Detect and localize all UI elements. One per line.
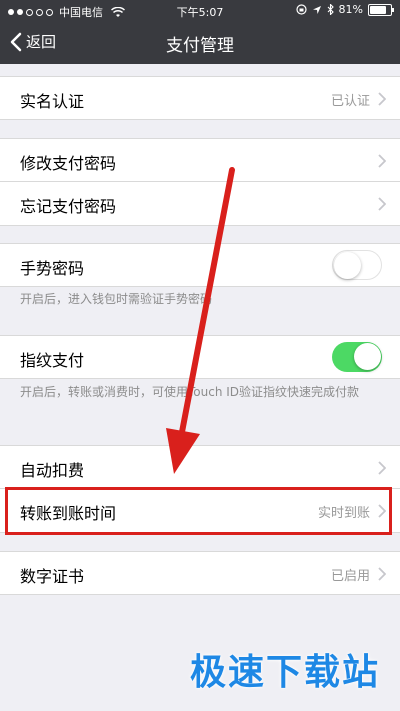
status-bar: 中国电信 下午5:07 81% xyxy=(0,0,400,22)
transfer-time-row[interactable]: 转账到账时间 实时到账 xyxy=(0,489,400,533)
real-name-status: 已认证 xyxy=(330,94,370,109)
chevron-right-icon xyxy=(378,154,386,168)
transfer-time-value: 实时到账 xyxy=(317,506,370,521)
digital-cert-label: 数字证书 xyxy=(20,567,85,586)
fingerprint-pay-hint: 开启后，转账或消费时，可使用Touch ID验证指纹快速完成付款 xyxy=(20,385,360,399)
orientation-lock-icon xyxy=(295,4,307,15)
transfer-time-label: 转账到账时间 xyxy=(20,504,117,523)
watermark-logo: 极速下载站 xyxy=(189,652,380,693)
page-title: 支付管理 xyxy=(166,36,234,56)
location-icon xyxy=(312,5,321,14)
change-password-label: 修改支付密码 xyxy=(20,154,117,173)
forgot-password-row[interactable]: 忘记支付密码 xyxy=(0,182,400,226)
toggle-knob xyxy=(334,251,361,279)
forgot-password-label: 忘记支付密码 xyxy=(20,197,117,216)
gesture-password-toggle[interactable] xyxy=(332,250,382,280)
digital-cert-status: 已启用 xyxy=(330,569,370,584)
gesture-password-hint: 开启后，进入钱包时需验证手势密码 xyxy=(20,292,213,306)
fingerprint-pay-label: 指纹支付 xyxy=(20,351,85,370)
real-name-row[interactable]: 实名认证 已认证 xyxy=(0,76,400,120)
chevron-right-icon xyxy=(378,461,386,475)
bluetooth-icon xyxy=(327,4,334,15)
battery-percent: 81% xyxy=(338,3,363,16)
chevron-right-icon xyxy=(378,567,386,581)
change-password-row[interactable]: 修改支付密码 xyxy=(0,138,400,182)
digital-cert-row[interactable]: 数字证书 已启用 xyxy=(0,551,400,595)
nav-bar: 返回 支付管理 xyxy=(0,22,400,64)
gesture-password-row: 手势密码 xyxy=(0,243,400,287)
toggle-knob xyxy=(354,343,381,370)
real-name-label: 实名认证 xyxy=(20,92,85,111)
fingerprint-pay-row: 指纹支付 xyxy=(0,335,400,379)
chevron-right-icon xyxy=(378,197,386,211)
battery-icon xyxy=(368,3,394,16)
chevron-right-icon xyxy=(378,92,386,106)
chevron-right-icon xyxy=(378,504,386,518)
fingerprint-pay-toggle[interactable] xyxy=(332,342,382,372)
status-right: 81% xyxy=(295,3,394,16)
auto-deduct-label: 自动扣费 xyxy=(20,461,85,480)
auto-deduct-row[interactable]: 自动扣费 xyxy=(0,445,400,489)
gesture-password-label: 手势密码 xyxy=(20,259,85,278)
